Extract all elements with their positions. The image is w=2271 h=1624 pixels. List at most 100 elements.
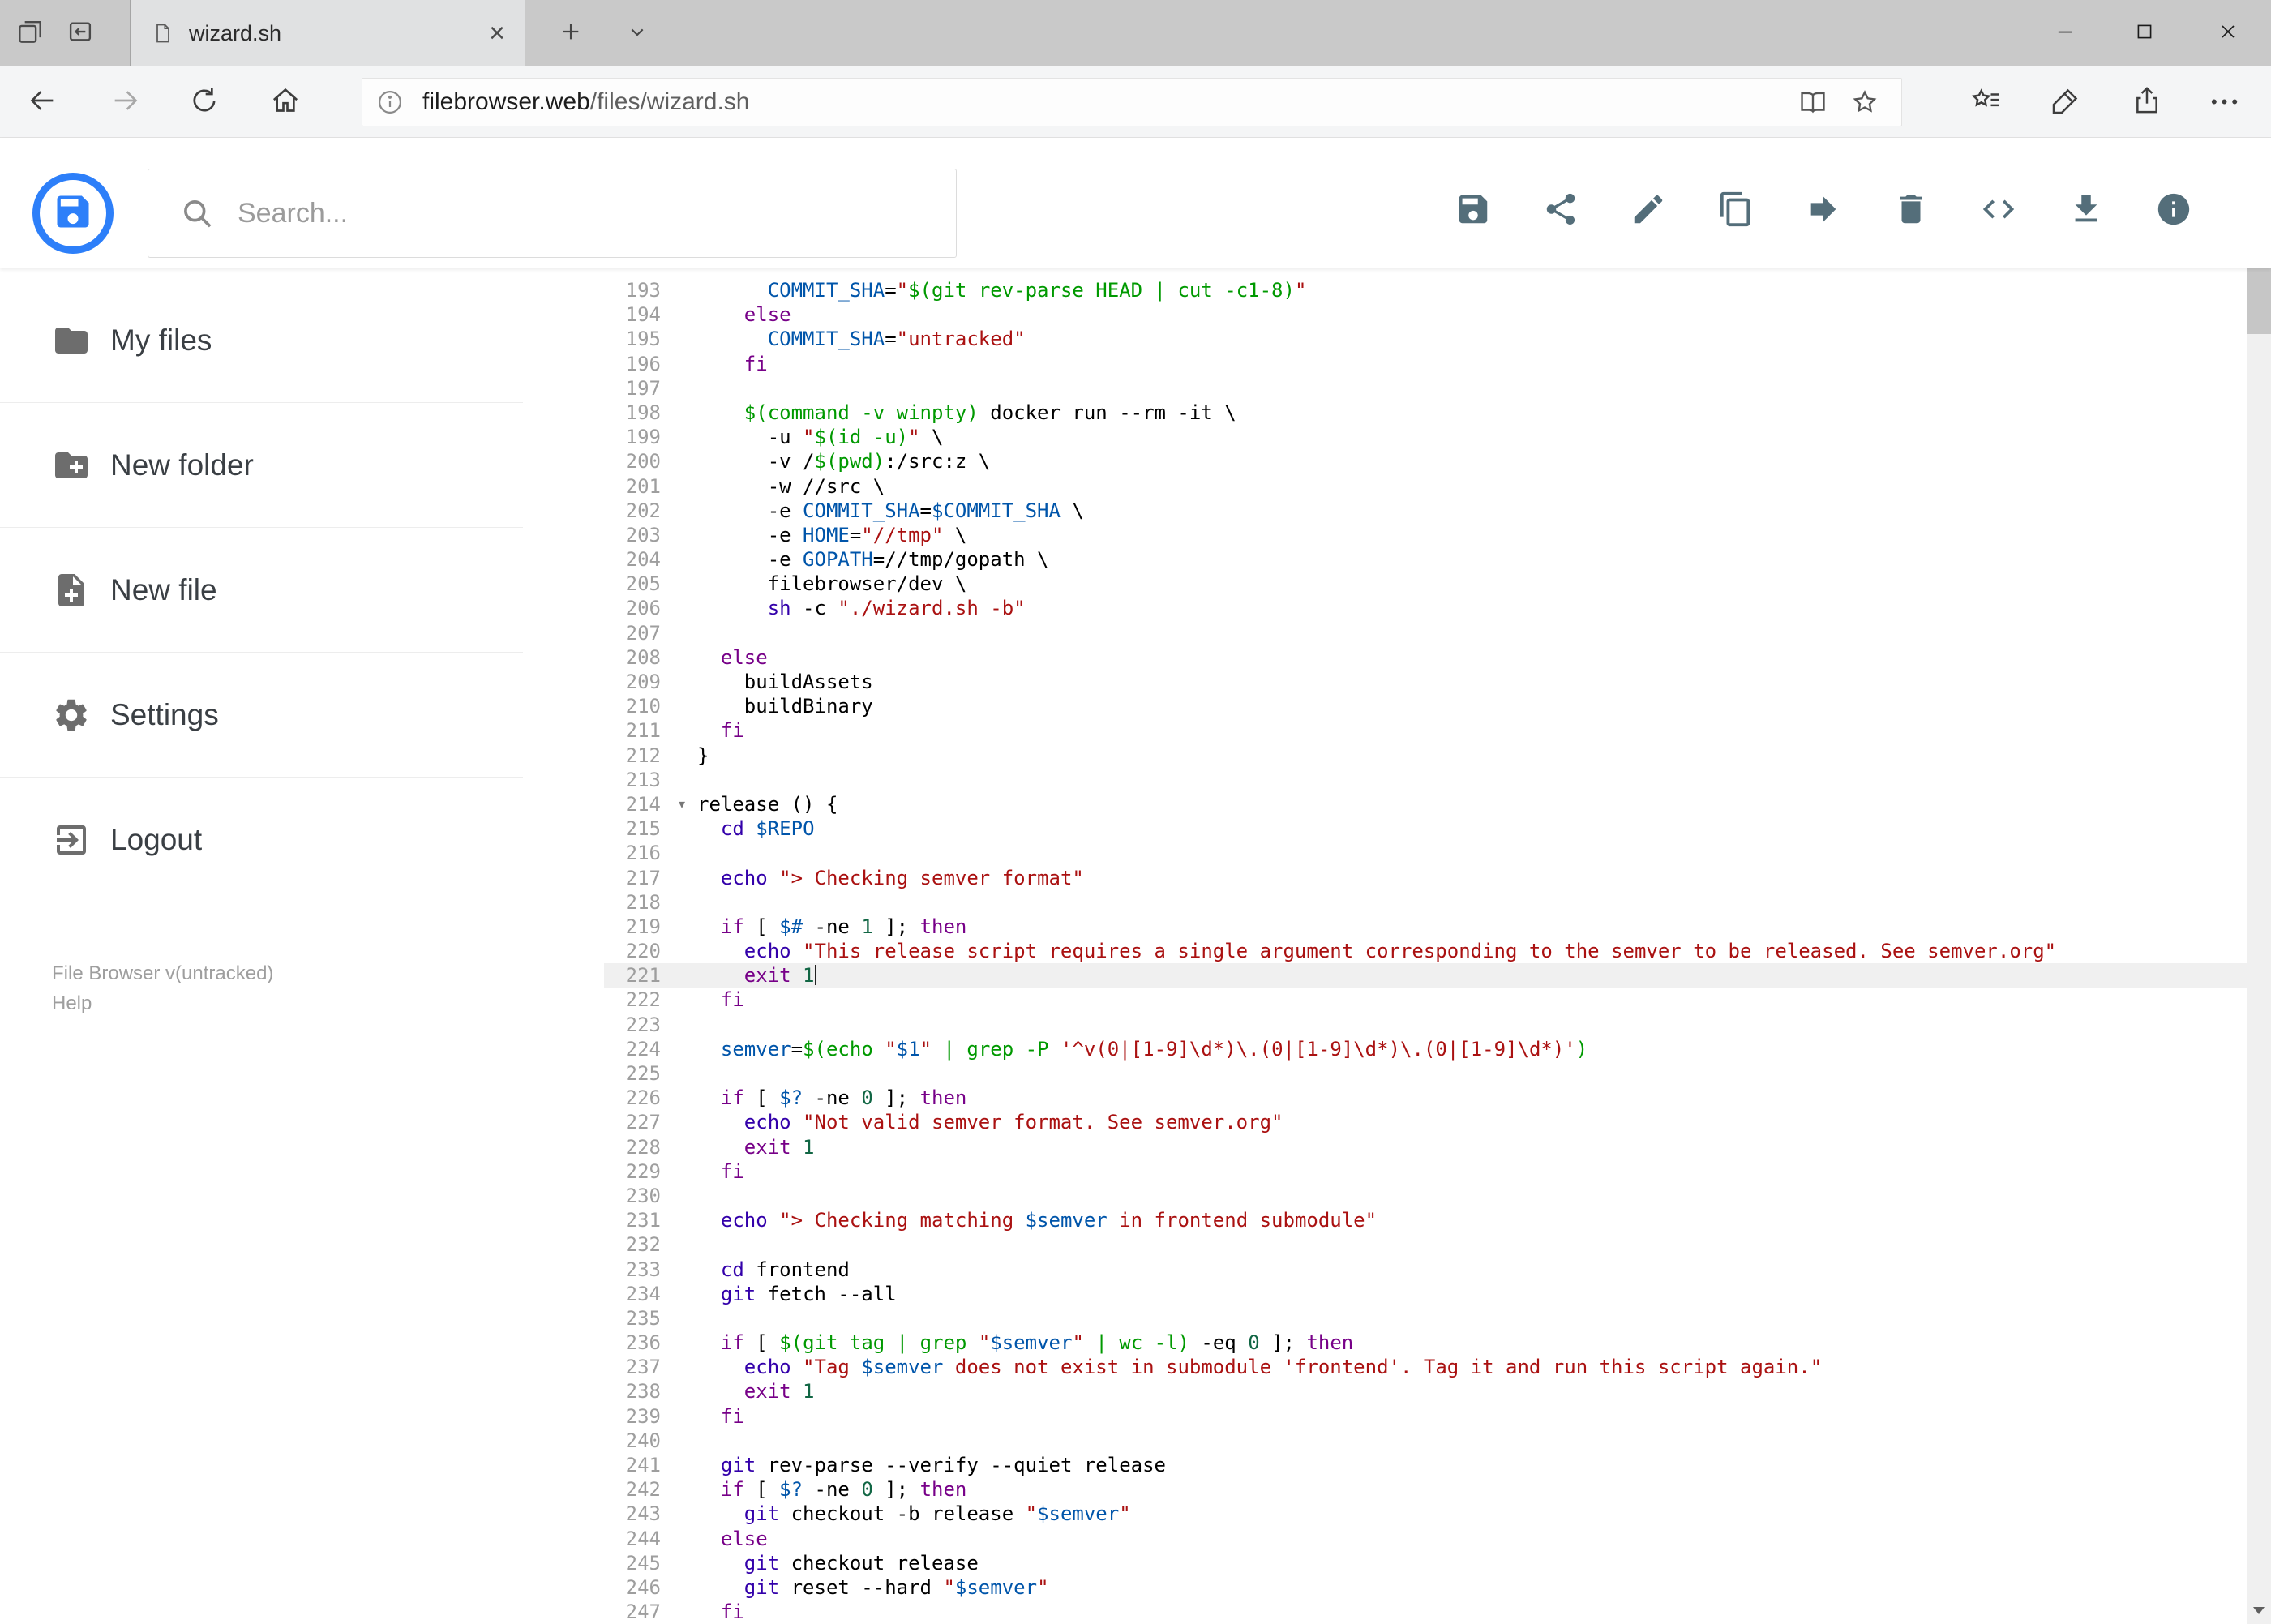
code-line[interactable]: 193 COMMIT_SHA="$(git rev-parse HEAD | c… <box>604 278 2247 302</box>
code-line[interactable]: 240 <box>604 1429 2247 1453</box>
code-line[interactable]: 216 <box>604 841 2247 865</box>
code-line[interactable]: 204 -e GOPATH=//tmp/gopath \ <box>604 547 2247 572</box>
fold-arrow-icon[interactable]: ▾ <box>679 792 685 816</box>
url-path: /files/wizard.sh <box>589 88 750 115</box>
code-line[interactable]: 207 <box>604 621 2247 645</box>
code-line[interactable]: 244 else <box>604 1527 2247 1551</box>
code-line[interactable]: 201 -w //src \ <box>604 474 2247 499</box>
code-line[interactable]: 220 echo "This release script requires a… <box>604 939 2247 963</box>
favorites-hub-button[interactable] <box>1956 66 2017 138</box>
code-line[interactable]: 247 fi <box>604 1600 2247 1624</box>
page-info-icon[interactable] <box>375 88 405 117</box>
download-button[interactable] <box>2060 154 2112 268</box>
close-window-button[interactable] <box>2184 0 2271 66</box>
tabs-set-aside-button[interactable] <box>6 0 54 66</box>
sidebar-item-settings[interactable]: Settings <box>0 653 523 778</box>
code-line[interactable]: 198 $(command -v winpty) docker run --rm… <box>604 401 2247 425</box>
code-line[interactable]: 232 <box>604 1232 2247 1257</box>
code-line[interactable]: 229 fi <box>604 1159 2247 1184</box>
share-button[interactable] <box>1535 154 1587 268</box>
code-line[interactable]: 197 <box>604 376 2247 401</box>
save-button[interactable] <box>1447 154 1499 268</box>
more-menu-button[interactable]: ••• <box>2196 66 2257 138</box>
forward-button[interactable] <box>95 66 156 138</box>
address-bar[interactable]: filebrowser.web/files/wizard.sh <box>362 78 1902 126</box>
info-button[interactable] <box>2148 154 2200 268</box>
code-line[interactable]: 225 <box>604 1061 2247 1086</box>
switch-view-button[interactable] <box>1973 154 2025 268</box>
minimize-button[interactable] <box>2025 0 2105 66</box>
back-button[interactable] <box>11 66 73 138</box>
code-line[interactable]: 214 ▾ release () { <box>604 792 2247 816</box>
search-input[interactable] <box>236 196 956 230</box>
code-line[interactable]: 212} <box>604 743 2247 768</box>
favorite-star-button[interactable] <box>1849 87 1880 118</box>
tab-preview-toggle[interactable] <box>611 0 663 66</box>
new-tab-button[interactable] <box>545 0 597 66</box>
code-line[interactable]: 234 git fetch --all <box>604 1282 2247 1306</box>
set-tabs-aside-button[interactable] <box>57 0 104 66</box>
code-line[interactable]: 245 git checkout release <box>604 1551 2247 1575</box>
help-link[interactable]: Help <box>52 988 273 1018</box>
move-button[interactable] <box>1798 154 1849 268</box>
code-line[interactable]: 221 exit 1 <box>604 963 2247 988</box>
code-line[interactable]: 228 exit 1 <box>604 1135 2247 1159</box>
vertical-scrollbar[interactable] <box>2247 138 2271 1624</box>
code-line[interactable]: 246 git reset --hard "$semver" <box>604 1575 2247 1600</box>
reading-view-button[interactable] <box>1798 87 1828 118</box>
home-button[interactable] <box>255 66 316 138</box>
code-line[interactable]: 199 -u "$(id -u)" \ <box>604 425 2247 449</box>
code-line[interactable]: 208 else <box>604 645 2247 670</box>
sidebar-item-logout[interactable]: Logout <box>0 778 523 902</box>
sidebar-item-new-file[interactable]: New file <box>0 528 523 653</box>
code-line[interactable]: 205 filebrowser/dev \ <box>604 572 2247 596</box>
code-line[interactable]: 223 <box>604 1013 2247 1037</box>
code-line[interactable]: 233 cd frontend <box>604 1258 2247 1282</box>
code-line[interactable]: 231 echo "> Checking matching $semver in… <box>604 1208 2247 1232</box>
tab-wizard-sh[interactable]: wizard.sh × <box>130 0 525 66</box>
copy-button[interactable] <box>1710 154 1762 268</box>
share-page-button[interactable] <box>2116 66 2178 138</box>
code-line[interactable]: 243 git checkout -b release "$semver" <box>604 1502 2247 1526</box>
code-line[interactable]: 236 if [ $(git tag | grep "$semver" | wc… <box>604 1330 2247 1355</box>
code-line[interactable]: 241 git rev-parse --verify --quiet relea… <box>604 1453 2247 1477</box>
code-line[interactable]: 206 sh -c "./wizard.sh -b" <box>604 596 2247 620</box>
code-line[interactable]: 195 COMMIT_SHA="untracked" <box>604 327 2247 351</box>
code-editor[interactable]: 193 COMMIT_SHA="$(git rev-parse HEAD | c… <box>604 268 2247 1624</box>
url-text[interactable]: filebrowser.web/files/wizard.sh <box>422 88 1798 116</box>
search-box[interactable] <box>148 169 957 258</box>
ink-notes-button[interactable] <box>2035 66 2097 138</box>
rename-button[interactable] <box>1622 154 1674 268</box>
code-line[interactable]: 215 cd $REPO <box>604 816 2247 841</box>
code-line[interactable]: 217 echo "> Checking semver format" <box>604 866 2247 890</box>
scroll-down-arrow[interactable] <box>2247 1598 2271 1622</box>
code-line[interactable]: 238 exit 1 <box>604 1379 2247 1403</box>
code-line[interactable]: 222 fi <box>604 988 2247 1012</box>
code-line[interactable]: 194 else <box>604 302 2247 327</box>
sidebar-item-new-folder[interactable]: New folder <box>0 403 523 528</box>
code-line[interactable]: 242 if [ $? -ne 0 ]; then <box>604 1477 2247 1502</box>
tab-close-icon[interactable]: × <box>489 19 505 47</box>
code-line[interactable]: 239 fi <box>604 1404 2247 1429</box>
sidebar-item-my-files[interactable]: My files <box>0 278 523 403</box>
code-line[interactable]: 224 semver=$(echo "$1" | grep -P '^v(0|[… <box>604 1037 2247 1061</box>
code-line[interactable]: 230 <box>604 1184 2247 1208</box>
code-line[interactable]: 235 <box>604 1306 2247 1330</box>
code-line[interactable]: 210 buildBinary <box>604 694 2247 718</box>
code-line[interactable]: 211 fi <box>604 718 2247 743</box>
file-browser-logo[interactable] <box>32 173 114 254</box>
delete-button[interactable] <box>1885 154 1937 268</box>
code-line[interactable]: 202 -e COMMIT_SHA=$COMMIT_SHA \ <box>604 499 2247 523</box>
code-line[interactable]: 209 buildAssets <box>604 670 2247 694</box>
refresh-button[interactable] <box>174 66 235 138</box>
code-line[interactable]: 227 echo "Not valid semver format. See s… <box>604 1110 2247 1134</box>
code-line[interactable]: 203 -e HOME="//tmp" \ <box>604 523 2247 547</box>
code-line[interactable]: 196 fi <box>604 352 2247 376</box>
maximize-button[interactable] <box>2105 0 2184 66</box>
code-line[interactable]: 219 if [ $# -ne 1 ]; then <box>604 915 2247 939</box>
code-line[interactable]: 226 if [ $? -ne 0 ]; then <box>604 1086 2247 1110</box>
code-line[interactable]: 200 -v /$(pwd):/src:z \ <box>604 449 2247 473</box>
code-line[interactable]: 218 <box>604 890 2247 915</box>
code-line[interactable]: 213 <box>604 768 2247 792</box>
code-line[interactable]: 237 echo "Tag $semver does not exist in … <box>604 1355 2247 1379</box>
